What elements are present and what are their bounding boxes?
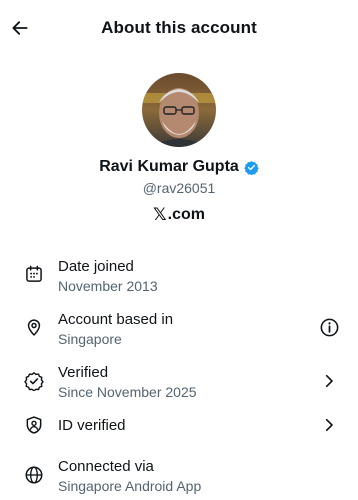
verified-badge-icon[interactable] xyxy=(244,160,259,175)
chevron-right-icon xyxy=(318,370,340,392)
row-title: Verified xyxy=(58,364,109,381)
info-icon xyxy=(320,318,338,336)
page-title: About this account xyxy=(101,18,257,37)
chevron-right-icon xyxy=(318,414,340,436)
x-logo-icon: 𝕏 xyxy=(152,205,167,225)
name-row: Ravi Kumar Gupta xyxy=(0,158,358,176)
row-id-verified[interactable]: ID verified xyxy=(0,405,358,445)
display-name: Ravi Kumar Gupta xyxy=(99,158,239,175)
location-pin-icon xyxy=(27,319,41,336)
row-subtitle: Singapore Android App xyxy=(58,478,202,494)
top-bar: About this account xyxy=(0,0,358,56)
row-title: Account based in xyxy=(58,311,174,328)
shield-person-icon xyxy=(26,416,42,434)
row-title: Connected via xyxy=(58,458,154,475)
verified-seal-icon xyxy=(24,372,44,391)
row-connected-via: Connected via Singapore Android App xyxy=(0,456,358,500)
domain-text: .com xyxy=(167,206,206,223)
row-subtitle: Since November 2025 xyxy=(58,384,197,400)
row-subtitle: Singapore xyxy=(58,331,122,347)
globe-icon xyxy=(25,466,43,484)
calendar-icon xyxy=(26,265,42,282)
row-subtitle: November 2013 xyxy=(58,278,158,294)
row-title: Date joined xyxy=(58,258,134,275)
row-date-joined: Date joined November 2013 xyxy=(0,256,358,306)
platform-domain: 𝕏 .com xyxy=(0,205,358,225)
avatar[interactable] xyxy=(142,73,216,147)
info-button[interactable] xyxy=(318,316,340,338)
handle: @rav26051 xyxy=(142,180,216,196)
row-title: ID verified xyxy=(58,417,126,434)
row-account-based-in: Account based in Singapore xyxy=(0,309,358,359)
